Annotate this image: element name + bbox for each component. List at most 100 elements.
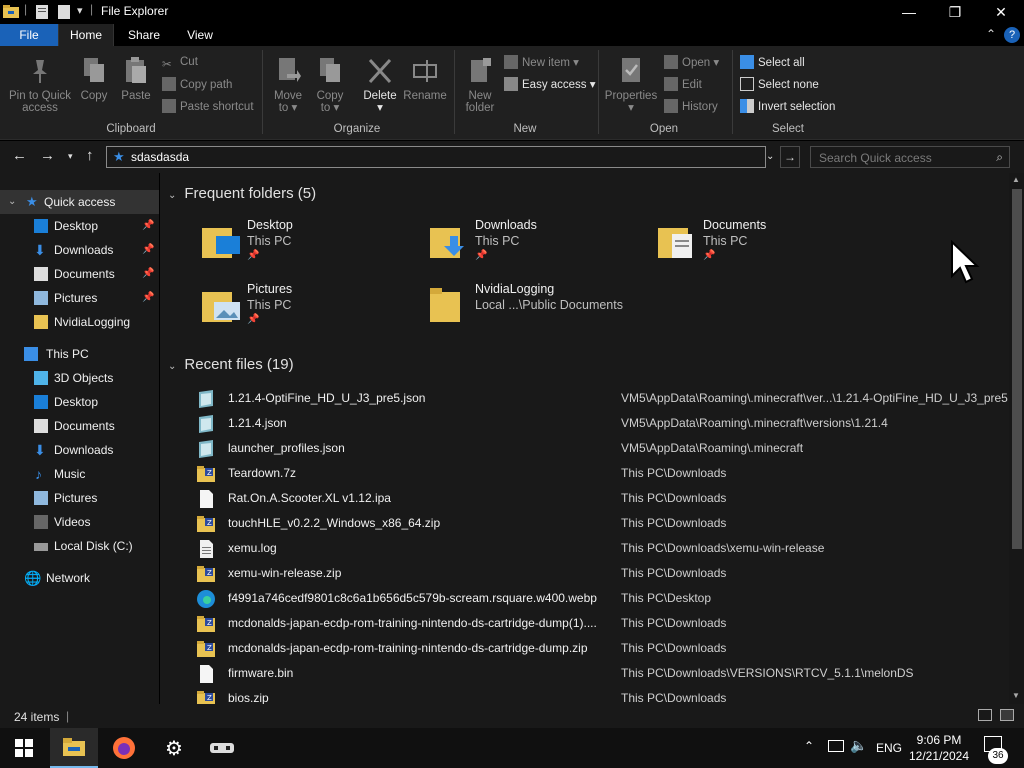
tab-home[interactable]: Home	[58, 24, 114, 46]
delete-button[interactable]: Delete ▾	[358, 56, 402, 114]
easy-access-button[interactable]: Easy access ▾	[504, 77, 596, 92]
tab-file[interactable]: File	[0, 24, 58, 46]
nav-qa-downloads[interactable]: ⬇ Downloads 📌	[0, 238, 159, 262]
new-folder-button[interactable]: New folder	[458, 56, 502, 114]
edit-button[interactable]: Edit	[664, 77, 702, 92]
recent-file-row[interactable]: Zbios.zip This PC\Downloads	[160, 686, 1009, 704]
recent-file-row[interactable]: Rat.On.A.Scooter.XL v1.12.ipa This PC\Dow…	[160, 486, 1009, 511]
new-item-button[interactable]: New item ▾	[504, 55, 579, 70]
volume-icon[interactable]: 🔈	[850, 737, 867, 754]
copy-path-button[interactable]: Copy path	[162, 77, 232, 92]
paste-button[interactable]: Paste	[116, 56, 156, 102]
start-button[interactable]	[0, 728, 48, 768]
recent-file-row[interactable]: Zmcdonalds-japan-ecdp-rom-training-ninte…	[160, 636, 1009, 661]
tray-expand-chevron-icon[interactable]: ⌃	[804, 739, 814, 753]
nav-qa-pictures[interactable]: Pictures 📌	[0, 286, 159, 310]
properties-button[interactable]: Properties ▾	[602, 56, 660, 114]
up-arrow-icon[interactable]: ↑	[86, 147, 94, 164]
ribbon-collapse-icon[interactable]: ⌃	[986, 27, 996, 41]
forward-arrow-icon[interactable]: →	[40, 147, 55, 164]
search-icon[interactable]: ⌕	[996, 150, 1003, 165]
scrollbar-thumb[interactable]	[1012, 189, 1022, 549]
nav-local-disk[interactable]: Local Disk (C:)	[0, 534, 159, 558]
folder-tile-downloads[interactable]: Downloads This PC 📌	[428, 218, 648, 278]
qat-customize-icon[interactable]: ▾	[77, 4, 83, 17]
address-bar[interactable]: ★ sdasdasda	[106, 146, 766, 168]
folder-tile-documents[interactable]: Documents This PC 📌	[656, 218, 876, 278]
nav-qa-desktop[interactable]: Desktop 📌	[0, 214, 159, 238]
frequent-folders-header[interactable]: ⌄ Frequent folders (5)	[168, 185, 316, 202]
select-none-button[interactable]: Select none	[740, 77, 819, 92]
pin-icon[interactable]: 📌	[142, 286, 154, 310]
search-box[interactable]: Search Quick access ⌕	[810, 146, 1010, 168]
details-view-icon[interactable]	[978, 709, 992, 721]
new-folder-qat-icon[interactable]	[57, 4, 71, 20]
taskbar-settings[interactable]: ⚙	[150, 728, 198, 768]
scroll-up-icon[interactable]: ▲	[1012, 175, 1020, 184]
nav-videos[interactable]: Videos	[0, 510, 159, 534]
tab-view[interactable]: View	[174, 24, 226, 46]
pin-icon[interactable]: 📌	[142, 214, 154, 238]
vertical-scrollbar[interactable]: ▲ ▼	[1009, 173, 1024, 704]
select-all-button[interactable]: Select all	[740, 55, 805, 70]
collapse-chevron-icon[interactable]: ⌄	[168, 190, 176, 201]
paste-shortcut-button[interactable]: Paste shortcut	[162, 99, 254, 114]
folder-tile-nvidialogging[interactable]: NvidiaLogging Local ...\Public Documents	[428, 282, 648, 342]
nav-downloads[interactable]: ⬇ Downloads	[0, 438, 159, 462]
nav-quick-access[interactable]: ⌄ ★ Quick access	[0, 190, 159, 214]
recent-file-row[interactable]: 1.21.4.json VM5\AppData\Roaming\.minecraf…	[160, 411, 1009, 436]
taskbar-firefox[interactable]	[100, 728, 148, 768]
address-dropdown-icon[interactable]: ⌄	[766, 151, 774, 162]
rename-button[interactable]: Rename	[402, 56, 448, 102]
cut-button[interactable]: ✂ Cut	[162, 55, 198, 72]
nav-documents[interactable]: Documents	[0, 414, 159, 438]
nav-network[interactable]: 🌐 Network	[0, 566, 159, 590]
close-button[interactable]: ✕	[978, 0, 1024, 24]
recent-file-row[interactable]: launcher_profiles.json VM5\AppData\Roamin…	[160, 436, 1009, 461]
scroll-down-icon[interactable]: ▼	[1012, 691, 1020, 700]
tab-share[interactable]: Share	[118, 24, 170, 46]
minimize-button[interactable]: —	[886, 0, 932, 24]
address-input[interactable]: sdasdasda	[131, 150, 189, 164]
nav-qa-nvidialogging[interactable]: NvidiaLogging	[0, 310, 159, 334]
refresh-go-button[interactable]: →	[780, 146, 800, 168]
copy-button[interactable]: Copy	[76, 56, 112, 102]
recent-file-row[interactable]: firmware.bin This PC\Downloads\VERSIONS\R…	[160, 661, 1009, 686]
recent-locations-chevron-icon[interactable]: ▾	[68, 151, 73, 162]
nav-music[interactable]: ♪ Music	[0, 462, 159, 486]
recent-file-row[interactable]: xemu.log This PC\Downloads\xemu-win-relea…	[160, 536, 1009, 561]
clock[interactable]: 9:06 PM 12/21/2024	[905, 732, 973, 764]
back-arrow-icon[interactable]: ←	[12, 147, 27, 164]
folder-tile-desktop[interactable]: Desktop This PC 📌	[200, 218, 420, 278]
network-tray-icon[interactable]	[828, 740, 844, 752]
properties-qat-icon[interactable]	[35, 4, 49, 20]
open-button[interactable]: Open ▾	[664, 55, 719, 70]
expand-chevron-icon[interactable]: ⌄	[8, 190, 16, 214]
nav-3d-objects[interactable]: 3D Objects	[0, 366, 159, 390]
pin-icon[interactable]: 📌	[142, 262, 154, 286]
nav-qa-documents[interactable]: Documents 📌	[0, 262, 159, 286]
large-icons-view-icon[interactable]	[1000, 709, 1014, 721]
pin-to-quick-access-button[interactable]: Pin to Quick access	[4, 56, 76, 114]
recent-file-row[interactable]: Zmcdonalds-japan-ecdp-rom-training-ninte…	[160, 611, 1009, 636]
help-icon[interactable]: ?	[1004, 27, 1020, 43]
recent-file-row[interactable]: ZtouchHLE_v0.2.2_Windows_x86_64.zip This …	[160, 511, 1009, 536]
language-indicator[interactable]: ENG	[876, 741, 902, 755]
recent-file-row[interactable]: 1.21.4-OptiFine_HD_U_J3_pre5.json VM5\App…	[160, 386, 1009, 411]
invert-selection-button[interactable]: Invert selection	[740, 99, 835, 114]
recent-file-row[interactable]: Zxemu-win-release.zip This PC\Downloads	[160, 561, 1009, 586]
pin-icon[interactable]: 📌	[142, 238, 154, 262]
nav-this-pc[interactable]: This PC	[0, 342, 159, 366]
recent-files-header[interactable]: ⌄ Recent files (19)	[168, 356, 294, 373]
move-to-button[interactable]: Move to ▾	[268, 56, 308, 114]
taskbar-app[interactable]	[198, 728, 246, 768]
search-input[interactable]: Search Quick access	[819, 151, 932, 165]
nav-pictures[interactable]: Pictures	[0, 486, 159, 510]
history-button[interactable]: History	[664, 99, 718, 114]
copy-to-button[interactable]: Copy to ▾	[310, 56, 350, 114]
maximize-button[interactable]: ❐	[932, 0, 978, 24]
collapse-chevron-icon[interactable]: ⌄	[168, 361, 176, 372]
recent-file-row[interactable]: f4991a746cedf9801c8c6a1b656d5c579b-screa…	[160, 586, 1009, 611]
nav-desktop[interactable]: Desktop	[0, 390, 159, 414]
folder-tile-pictures[interactable]: Pictures This PC 📌	[200, 282, 420, 342]
